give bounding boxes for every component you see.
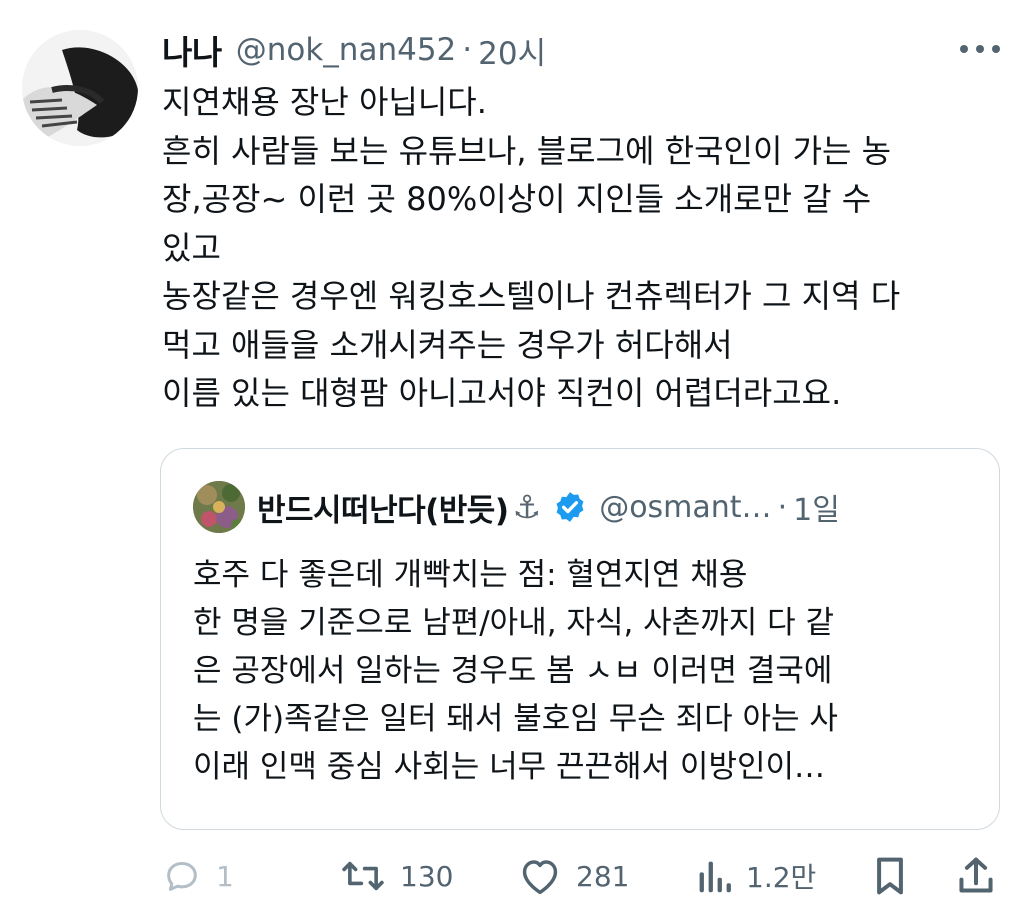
tweet-line: 있고 [162,228,221,267]
tweet-line: 흔히 사람들 보는 유튜브나, 블로그에 한국인이 가는 농 [162,131,892,170]
quote-header: 반드시떠난다(반듯) ⚓ @osmant… · 1일 [257,479,979,535]
quote-author-name[interactable]: 반드시떠난다(반듯) [257,485,509,530]
retweet-button[interactable]: 130 [340,850,453,902]
quoted-tweet[interactable]: 반드시떠난다(반듯) ⚓ @osmant… · 1일 호주 다 좋은데 개빡치는… [160,448,1000,830]
views-count: 1.2만 [746,861,817,894]
anchor-emoji: ⚓ [512,488,542,526]
quote-text: 호주 다 좋은데 개빡치는 점: 혈연지연 채용 한 명을 기준으로 남편/아내… [193,551,983,791]
quote-line: 한 명을 기준으로 남편/아내, 자식, 사촌까지 다 같 [193,605,835,641]
tweet-line: 지연채용 장난 아닙니다. [162,83,487,121]
quote-line: 이래 인맥 중심 사회는 너무 끈끈해서 이방인이… [193,749,826,785]
share-icon [959,857,993,893]
bookmark-button[interactable] [872,850,908,902]
verified-badge-icon [556,492,584,522]
views-icon [699,861,731,893]
quote-line: 은 공장에서 일하는 경우도 봄 ㅅㅂ 이러면 결국에 [193,653,833,689]
quote-line: 호주 다 좋은데 개빡치는 점: 혈연지연 채용 [193,557,748,593]
author-avatar[interactable] [22,30,138,146]
views-button[interactable]: 1.2만 [696,850,816,902]
tweet-timestamp[interactable]: 20시 [478,28,546,73]
retweet-count: 130 [400,859,454,893]
author-handle[interactable]: @nok_nan452 [236,32,457,68]
tweet-header: 나나 @nok_nan452 · 20시 [162,26,1000,74]
like-button[interactable]: 281 [518,850,629,902]
reply-button[interactable]: 1 [162,850,234,902]
share-button[interactable] [956,850,996,902]
reply-icon [167,862,197,891]
tweet-line: 이름 있는 대형팜 아니고서야 직컨이 어렵더라고요. [162,374,842,412]
tweet-line: 농장같은 경우엔 워킹호스텔이나 컨츄렉터가 그 지역 다 [162,277,901,315]
quote-line: 는 (가)족같은 일터 돼서 불호임 무슨 죄다 아는 사 [193,701,838,737]
quote-author-avatar[interactable] [193,481,245,533]
heart-icon [522,860,558,895]
author-name[interactable]: 나나 [162,26,222,74]
tweet-action-bar: 1 130 281 1.2만 [160,850,1010,902]
retweet-icon [342,861,384,891]
tweet-line: 먹고 애들을 소개시켜주는 경우가 허다해서 [162,325,733,364]
bookmark-icon [877,857,903,895]
quote-timestamp[interactable]: 1일 [793,485,840,529]
quote-author-handle[interactable]: @osmant… [599,490,771,525]
tweet-text: 지연채용 장난 아닙니다. 흔히 사람들 보는 유튜브나, 블로그에 한국인이 … [162,78,1012,418]
header-separator: · [462,32,473,68]
reply-count: 1 [216,859,234,893]
quote-header-separator: · [777,489,788,525]
tweet-line: 장,공장~ 이런 곳 80%이상이 지인들 소개로만 갈 수 [162,180,872,218]
more-icon[interactable] [960,34,1000,64]
like-count: 281 [576,859,630,893]
